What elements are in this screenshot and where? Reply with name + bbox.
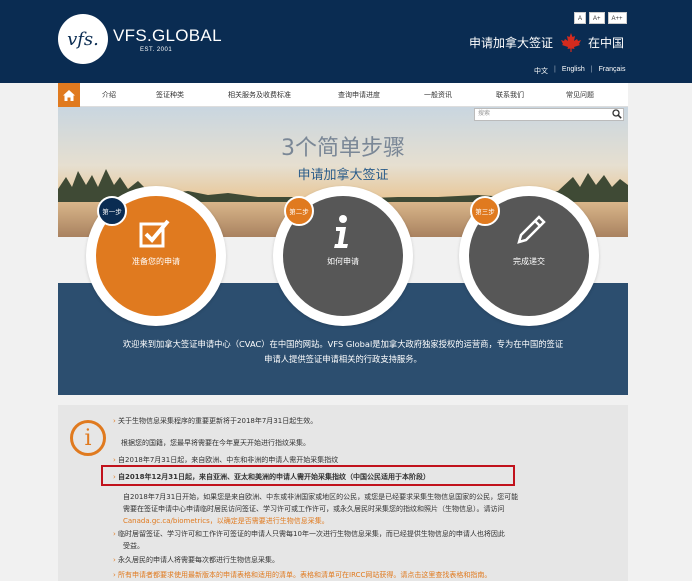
lang-english-link[interactable]: English <box>562 66 585 76</box>
font-size-large-button[interactable]: A++ <box>607 12 627 24</box>
welcome-line: 申请人提供签证申请相关的行政支持服务。 <box>264 354 422 364</box>
hero-subtitle: 申请加拿大签证 <box>297 168 389 183</box>
notice-text: 需要在签证申请中心申请临时居民访问签证、学习许可或工作许可，或永久居民时采集您的… <box>123 505 505 513</box>
step-3-label: 完成递交 <box>513 257 545 266</box>
font-size-small-button[interactable]: A <box>574 12 587 24</box>
forms-guides-link[interactable]: 所有申请者都要求使用最新版本的申请表格和适用的清单。表格和清单可在IRCC网站获… <box>118 571 491 579</box>
nav-item-services-fees[interactable]: 相关服务及收费标准 <box>228 83 291 107</box>
notice-item: › 所有申请者都要求使用最新版本的申请表格和适用的清单。表格和清单可在IRCC网… <box>113 571 492 579</box>
nav-item-contact[interactable]: 联系我们 <box>496 83 524 107</box>
font-size-controls: A A+ A++ <box>574 12 627 24</box>
font-size-medium-button[interactable]: A+ <box>589 12 605 24</box>
home-button[interactable] <box>58 83 80 107</box>
main-nav: 介绍 签证种类 相关服务及收费标准 查询申请进度 一般资讯 联系我们 常见问题 <box>58 83 628 107</box>
nav-item-intro[interactable]: 介绍 <box>102 83 116 107</box>
welcome-line: 欢迎来到加拿大签证申请中心（CVAC）在中国的网站。VFS Global是加拿大… <box>122 339 564 349</box>
logo-est: EST. 2001 <box>140 47 173 53</box>
nav-item-visa-types[interactable]: 签证种类 <box>156 83 184 107</box>
nav-item-track-application[interactable]: 查询申请进度 <box>338 83 380 107</box>
pen-icon <box>517 215 546 244</box>
nav-item-faq[interactable]: 常见问题 <box>566 83 594 107</box>
search-input[interactable]: 搜索 <box>474 108 624 121</box>
notice-text: 永久居民的申请人将需要每次都进行生物信息采集。 <box>118 556 280 564</box>
welcome-text: 欢迎来到加拿大签证申请中心（CVAC）在中国的网站。VFS Global是加拿大… <box>58 337 628 367</box>
step-2-label: 如何申请 <box>327 257 359 266</box>
notice-text: 临时居留签证、学习许可和工作许可签证的申请人只需每10年一次进行生物信息采集，而… <box>118 530 505 538</box>
nav-item-general-info[interactable]: 一般资讯 <box>424 83 452 107</box>
checkbox-icon <box>139 219 170 248</box>
lang-chinese-link[interactable]: 中文 <box>534 66 548 76</box>
notice-item: › 关于生物信息采集程序的重要更新将于2018年7月31日起生效。 <box>113 417 318 425</box>
notice-text: 关于生物信息采集程序的重要更新将于2018年7月31日起生效。 <box>118 417 318 425</box>
language-switcher: 中文 | English | Français <box>534 66 625 76</box>
lang-divider: | <box>590 66 593 73</box>
notice-item: › 自2018年7月31日起，来自欧洲、中东和非洲的申请人需开始采集指纹 <box>113 456 339 464</box>
hero-title: 3个简单步骤 <box>281 136 405 161</box>
notice-text: 根据您的国籍，您最早将需要在今年夏天开始进行指纹采集。 <box>121 439 310 447</box>
search-icon[interactable] <box>612 109 622 119</box>
step-3-badge: 第三步 <box>470 196 500 226</box>
info-icon <box>334 215 348 248</box>
biometrics-link[interactable]: Canada.gc.ca/biometrics，以确定是否需要进行生物信息采集。 <box>123 516 329 526</box>
logo-text: VFS.GLOBAL <box>113 26 222 45</box>
header-title: 申请加拿大签证 <box>469 36 554 50</box>
notice-item: › 临时居留签证、学习许可和工作许可签证的申请人只需每10年一次进行生物信息采集… <box>113 530 505 538</box>
step-1-badge: 第一步 <box>97 196 127 226</box>
vfs-logo[interactable]: vfs. <box>58 14 108 64</box>
notice-text: 自2018年7月31日起，来自欧洲、中东和非洲的申请人需开始采集指纹 <box>118 456 339 464</box>
step-2-badge: 第二步 <box>284 196 314 226</box>
lang-divider: | <box>554 66 556 73</box>
notice-text: 受益。 <box>123 542 144 550</box>
highlight-box <box>101 465 515 486</box>
info-icon: i <box>70 420 106 456</box>
header-country: 在中国 <box>588 36 625 50</box>
maple-leaf-icon <box>561 33 581 52</box>
notice-text: 自2018年7月31日开始，如果您是来自欧洲、中东或非洲国家或地区的公民，或您是… <box>123 493 519 501</box>
notice-item: › 永久居民的申请人将需要每次都进行生物信息采集。 <box>113 556 280 564</box>
step-1-label: 准备您的申请 <box>132 257 180 266</box>
lang-french-link[interactable]: Français <box>599 66 626 76</box>
home-icon <box>63 89 75 101</box>
